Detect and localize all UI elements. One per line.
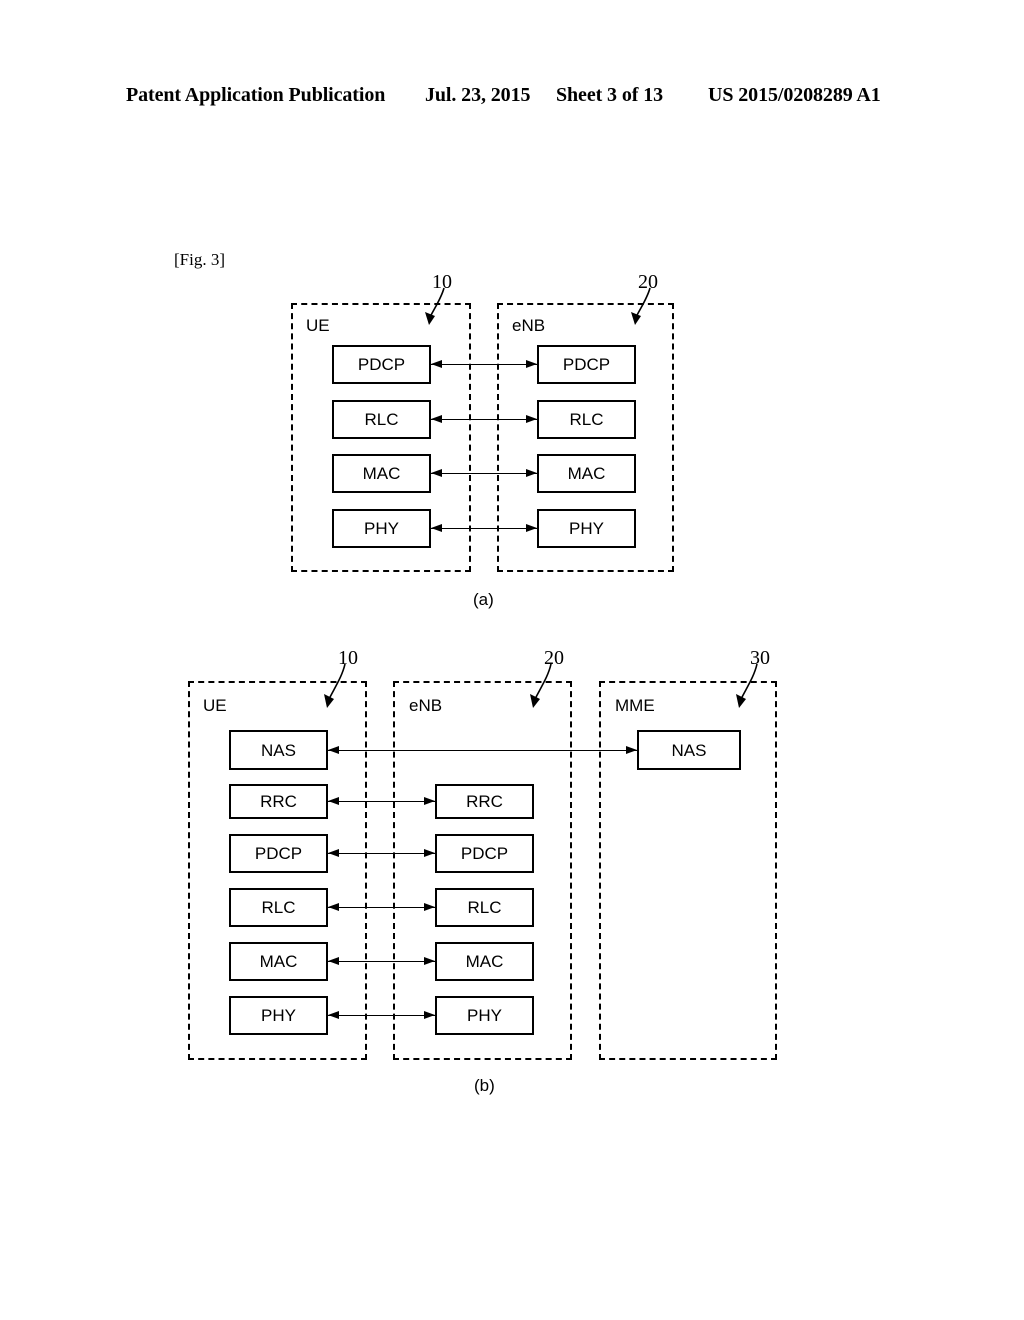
layer-box-enb-rlc-fig-a: RLC (537, 400, 636, 439)
panel-label-ue-fig-a: UE (306, 316, 330, 335)
page-header: Patent Application Publication Jul. 23, … (0, 84, 1024, 112)
subfigure-caption-a: (a) (473, 590, 494, 609)
connector-rlc-fig-b (328, 903, 435, 911)
layer-box-ue-mac-fig-a: MAC (332, 454, 431, 493)
panel-label-enb-fig-b: eNB (409, 696, 443, 715)
layer-box-enb-phy-fig-b: PHY (435, 996, 534, 1035)
layer-box-ue-rrc-fig-b: RRC (229, 784, 328, 819)
layer-box-enb-phy-fig-a: PHY (537, 509, 636, 548)
connector-mac-fig-a (431, 469, 537, 477)
layer-box-ue-pdcp-fig-b: PDCP (229, 834, 328, 873)
layer-box-enb-mac-fig-a: MAC (537, 454, 636, 493)
ref-numeral-20-fig-a: 20 (638, 271, 658, 293)
layer-box-mme-nas-fig-b: NAS (637, 730, 741, 770)
header-publication-date: Jul. 23, 2015 (425, 84, 531, 106)
connector-rlc-fig-a (431, 415, 537, 423)
connector-nas-fig-b (328, 746, 637, 754)
connector-phy-fig-b (328, 1011, 435, 1019)
panel-label-enb-fig-a: eNB (512, 316, 546, 335)
panel-label-mme-fig-b: MME (615, 696, 655, 715)
header-document-number: US 2015/0208289 A1 (708, 84, 881, 106)
layer-box-enb-pdcp-fig-a: PDCP (537, 345, 636, 384)
layer-box-ue-phy-fig-a: PHY (332, 509, 431, 548)
layer-box-enb-rlc-fig-b: RLC (435, 888, 534, 927)
layer-box-ue-nas-fig-b: NAS (229, 730, 328, 770)
layer-box-enb-pdcp-fig-b: PDCP (435, 834, 534, 873)
figure-label: [Fig. 3] (174, 250, 225, 269)
ref-numeral-30-fig-b: 30 (750, 647, 770, 669)
connector-rrc-fig-b (328, 797, 435, 805)
connector-pdcp-fig-a (431, 360, 537, 368)
subfigure-caption-b: (b) (474, 1076, 495, 1095)
header-sheet-number: Sheet 3 of 13 (556, 84, 664, 106)
connector-mac-fig-b (328, 957, 435, 965)
layer-box-enb-rrc-fig-b: RRC (435, 784, 534, 819)
layer-box-ue-mac-fig-b: MAC (229, 942, 328, 981)
connector-phy-fig-a (431, 524, 537, 532)
connector-pdcp-fig-b (328, 849, 435, 857)
ref-numeral-10-fig-b: 10 (338, 647, 358, 669)
layer-box-ue-rlc-fig-b: RLC (229, 888, 328, 927)
layer-box-ue-pdcp-fig-a: PDCP (332, 345, 431, 384)
layer-box-ue-phy-fig-b: PHY (229, 996, 328, 1035)
ref-numeral-10-fig-a: 10 (432, 271, 452, 293)
header-publication-title: Patent Application Publication (126, 84, 386, 106)
ref-numeral-20-fig-b: 20 (544, 647, 564, 669)
layer-box-enb-mac-fig-b: MAC (435, 942, 534, 981)
layer-box-ue-rlc-fig-a: RLC (332, 400, 431, 439)
panel-label-ue-fig-b: UE (203, 696, 227, 715)
